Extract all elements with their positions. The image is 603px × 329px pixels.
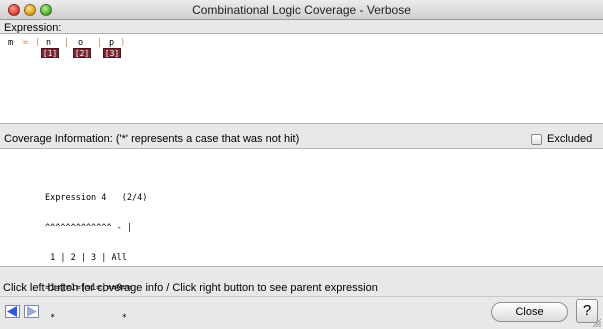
title-bar: Combinational Logic Coverage - Verbose [0,0,603,20]
excluded-label[interactable]: Excluded [547,133,592,145]
expr-token-p[interactable]: p [109,38,114,48]
expr-token-assign: = [23,38,29,48]
expr-token-or-1: | [64,38,70,48]
window-title: Combinational Logic Coverage - Verbose [192,3,411,17]
expr-token-rparen: ) [120,38,126,48]
expression-panel [0,33,603,124]
excluded-checkbox[interactable] [531,134,542,145]
report-line: Expression 4 (2/4) [45,193,148,203]
subexpression-badge-1[interactable]: [1] [41,48,59,58]
expr-token-n[interactable]: n [46,38,51,48]
next-arrow-icon[interactable] [24,305,39,318]
coverage-info-label: Coverage Information: ('*' represents a … [4,133,300,145]
report-line: ^^^^^^^^^^^^^ - | [45,223,132,233]
resize-grip-icon[interactable] [591,317,601,327]
expr-token-lhs[interactable]: m [8,38,13,48]
report-line: 1 | 2 | 3 | All [45,253,127,263]
subexpression-badge-3[interactable]: [3] [103,48,121,58]
expr-token-or-2: | [97,38,103,48]
previous-arrow-icon[interactable] [5,305,20,318]
status-message: Click left button for coverage info / Cl… [3,282,378,294]
close-button[interactable]: Close [491,302,568,322]
subexpression-badge-2[interactable]: [2] [73,48,91,58]
expr-token-o[interactable]: o [78,38,83,48]
expr-token-lparen: ( [35,38,41,48]
